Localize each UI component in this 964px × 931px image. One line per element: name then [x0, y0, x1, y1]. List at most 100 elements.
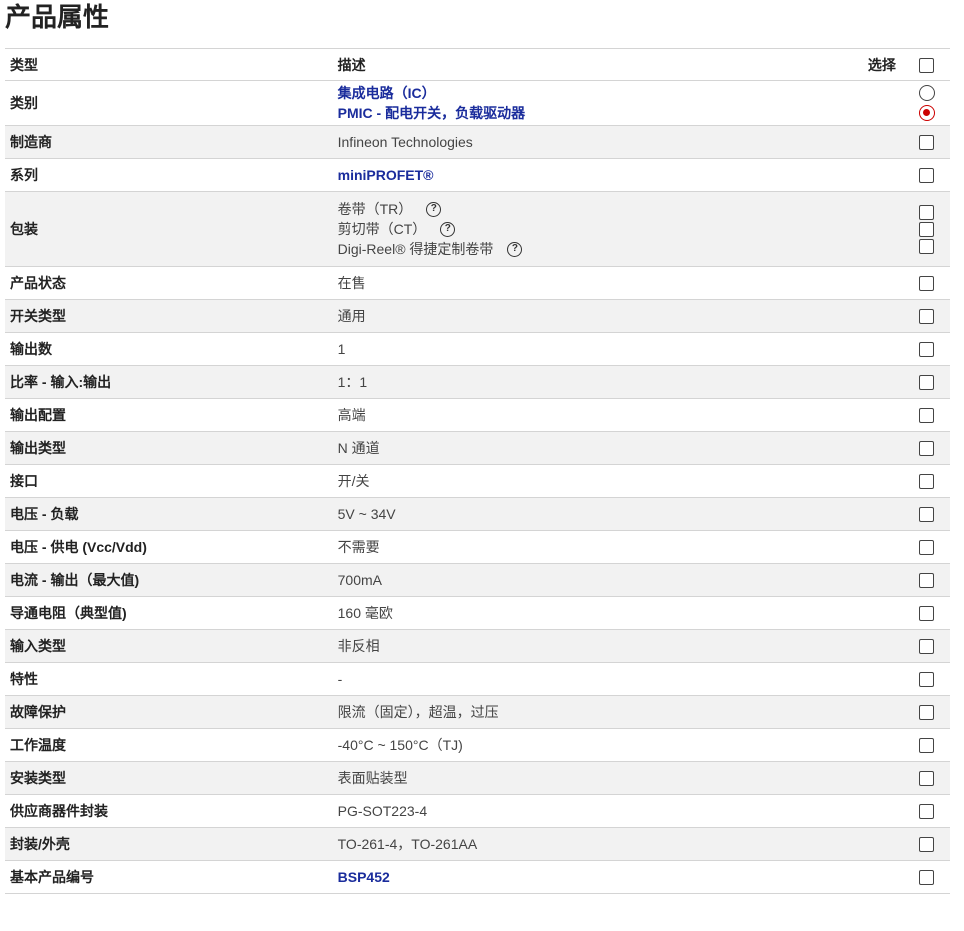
attribute-label: 供应商器件封装 [5, 794, 333, 828]
attribute-label: 特性 [5, 662, 333, 696]
attribute-label: 系列 [5, 158, 333, 192]
attribute-value: 通用 [332, 299, 904, 333]
attribute-value: 限流（固定），超温，过压 [332, 695, 904, 729]
table-row: 输入类型 非反相 [5, 629, 950, 663]
attribute-value: 5V ~ 34V [332, 497, 904, 531]
checkbox-icon[interactable] [919, 375, 935, 391]
attribute-value: TO-261-4，TO-261AA [332, 827, 904, 861]
attribute-value: 表面贴装型 [332, 761, 904, 795]
table-row: 工作温度 -40°C ~ 150°C（TJ) [5, 728, 950, 762]
checkbox-icon[interactable] [919, 309, 935, 325]
attribute-label: 电流 - 输出（最大值) [5, 563, 333, 597]
header-select: 选择 [834, 48, 904, 81]
help-circle-icon[interactable]: ? [440, 221, 456, 237]
checkbox-icon[interactable] [919, 606, 935, 622]
table-row: 电流 - 输出（最大值) 700mA [5, 563, 950, 597]
attribute-label: 电压 - 负载 [5, 497, 333, 531]
checkbox-icon-packaging-ct[interactable] [919, 221, 935, 237]
series-link[interactable]: miniPROFET® [338, 167, 434, 183]
base-part-link[interactable]: BSP452 [338, 869, 390, 885]
attribute-label: 包装 [5, 191, 333, 267]
attribute-value: PG-SOT223-4 [332, 794, 904, 828]
table-row: 接口 开/关 [5, 464, 950, 498]
table-row: 安装类型 表面贴装型 [5, 761, 950, 795]
table-row-base-part: 基本产品编号 BSP452 [5, 860, 950, 894]
table-row: 故障保护 限流（固定），超温，过压 [5, 695, 950, 729]
checkbox-icon[interactable] [919, 408, 935, 424]
table-row-series: 系列 miniPROFET® [5, 158, 950, 192]
table-row: 电压 - 负载 5V ~ 34V [5, 497, 950, 531]
product-attributes-table: 类型 描述 选择 类别 集成电路（IC） PMIC - 配电开关，负载驱动器 制… [5, 48, 950, 894]
checkbox-icon[interactable] [919, 771, 935, 787]
attribute-value: 非反相 [332, 629, 904, 663]
checkbox-icon[interactable] [919, 804, 935, 820]
table-row: 输出配置 高端 [5, 398, 950, 432]
attribute-label: 产品状态 [5, 266, 333, 300]
checkbox-icon-series[interactable] [919, 168, 935, 184]
attribute-label: 开关类型 [5, 299, 333, 333]
category-link-pmic[interactable]: PMIC - 配电开关，负载驱动器 [338, 103, 899, 123]
attribute-label: 制造商 [5, 125, 333, 159]
attribute-value: 700mA [332, 563, 904, 597]
radio-icon-category-ic[interactable] [918, 85, 935, 101]
radio-icon-category-pmic[interactable] [918, 105, 935, 121]
table-row: 导通电阻（典型值) 160 毫欧 [5, 596, 950, 630]
table-row: 产品状态 在售 [5, 266, 950, 300]
attribute-value: 在售 [332, 266, 904, 300]
table-row-category: 类别 集成电路（IC） PMIC - 配电开关，负载驱动器 [5, 80, 950, 126]
attribute-label: 输出配置 [5, 398, 333, 432]
attribute-value: Infineon Technologies [332, 125, 904, 159]
checkbox-icon[interactable] [919, 573, 935, 589]
attribute-value: 1 [332, 332, 904, 366]
attribute-label: 基本产品编号 [5, 860, 333, 894]
checkbox-icon[interactable] [919, 474, 935, 490]
checkbox-icon[interactable] [919, 639, 935, 655]
attribute-value: 开/关 [332, 464, 904, 498]
checkbox-icon[interactable] [919, 276, 935, 292]
header-description: 描述 [332, 48, 835, 81]
table-header-row: 类型 描述 选择 [5, 48, 950, 81]
attribute-label: 封装/外壳 [5, 827, 333, 861]
checkbox-icon-manufacturer[interactable] [919, 135, 935, 151]
checkbox-icon[interactable] [919, 738, 935, 754]
attribute-label: 比率 - 输入:输出 [5, 365, 333, 399]
attribute-value: -40°C ~ 150°C（TJ) [332, 728, 904, 762]
attribute-value: - [332, 662, 904, 696]
help-circle-icon[interactable]: ? [507, 241, 523, 257]
checkbox-icon[interactable] [919, 837, 935, 853]
attribute-label: 输出类型 [5, 431, 333, 465]
help-circle-icon[interactable]: ? [426, 201, 442, 217]
attribute-label: 导通电阻（典型值) [5, 596, 333, 630]
table-row: 特性 - [5, 662, 950, 696]
attribute-label: 电压 - 供电 (Vcc/Vdd) [5, 530, 333, 564]
checkbox-icon[interactable] [919, 441, 935, 457]
attribute-value: N 通道 [332, 431, 904, 465]
table-row: 比率 - 输入:输出 1：1 [5, 365, 950, 399]
checkbox-icon[interactable] [919, 705, 935, 721]
packaging-option: Digi-Reel® 得捷定制卷带 [337, 241, 494, 257]
checkbox-icon[interactable] [919, 540, 935, 556]
checkbox-icon[interactable] [919, 342, 935, 358]
attribute-label: 接口 [5, 464, 333, 498]
table-row: 输出数 1 [5, 332, 950, 366]
category-link-ic[interactable]: 集成电路（IC） [338, 83, 899, 103]
attribute-label: 输入类型 [5, 629, 333, 663]
checkbox-icon-packaging-digireel[interactable] [919, 238, 935, 254]
checkbox-icon-packaging-tr[interactable] [919, 204, 935, 220]
attribute-value: 1：1 [332, 365, 904, 399]
packaging-option: 卷带（TR） [337, 201, 413, 217]
attribute-label: 工作温度 [5, 728, 333, 762]
table-row: 输出类型 N 通道 [5, 431, 950, 465]
select-all-checkbox[interactable] [919, 57, 935, 73]
packaging-option: 剪切带（CT） [337, 221, 427, 237]
checkbox-icon[interactable] [919, 507, 935, 523]
attribute-value: 高端 [332, 398, 904, 432]
checkbox-icon-base-part[interactable] [919, 870, 935, 886]
table-row: 供应商器件封装 PG-SOT223-4 [5, 794, 950, 828]
attribute-value: 160 毫欧 [332, 596, 904, 630]
attribute-value: 不需要 [332, 530, 904, 564]
checkbox-icon[interactable] [919, 672, 935, 688]
attribute-label: 安装类型 [5, 761, 333, 795]
attribute-label: 输出数 [5, 332, 333, 366]
page-title: 产品属性 [5, 2, 110, 32]
